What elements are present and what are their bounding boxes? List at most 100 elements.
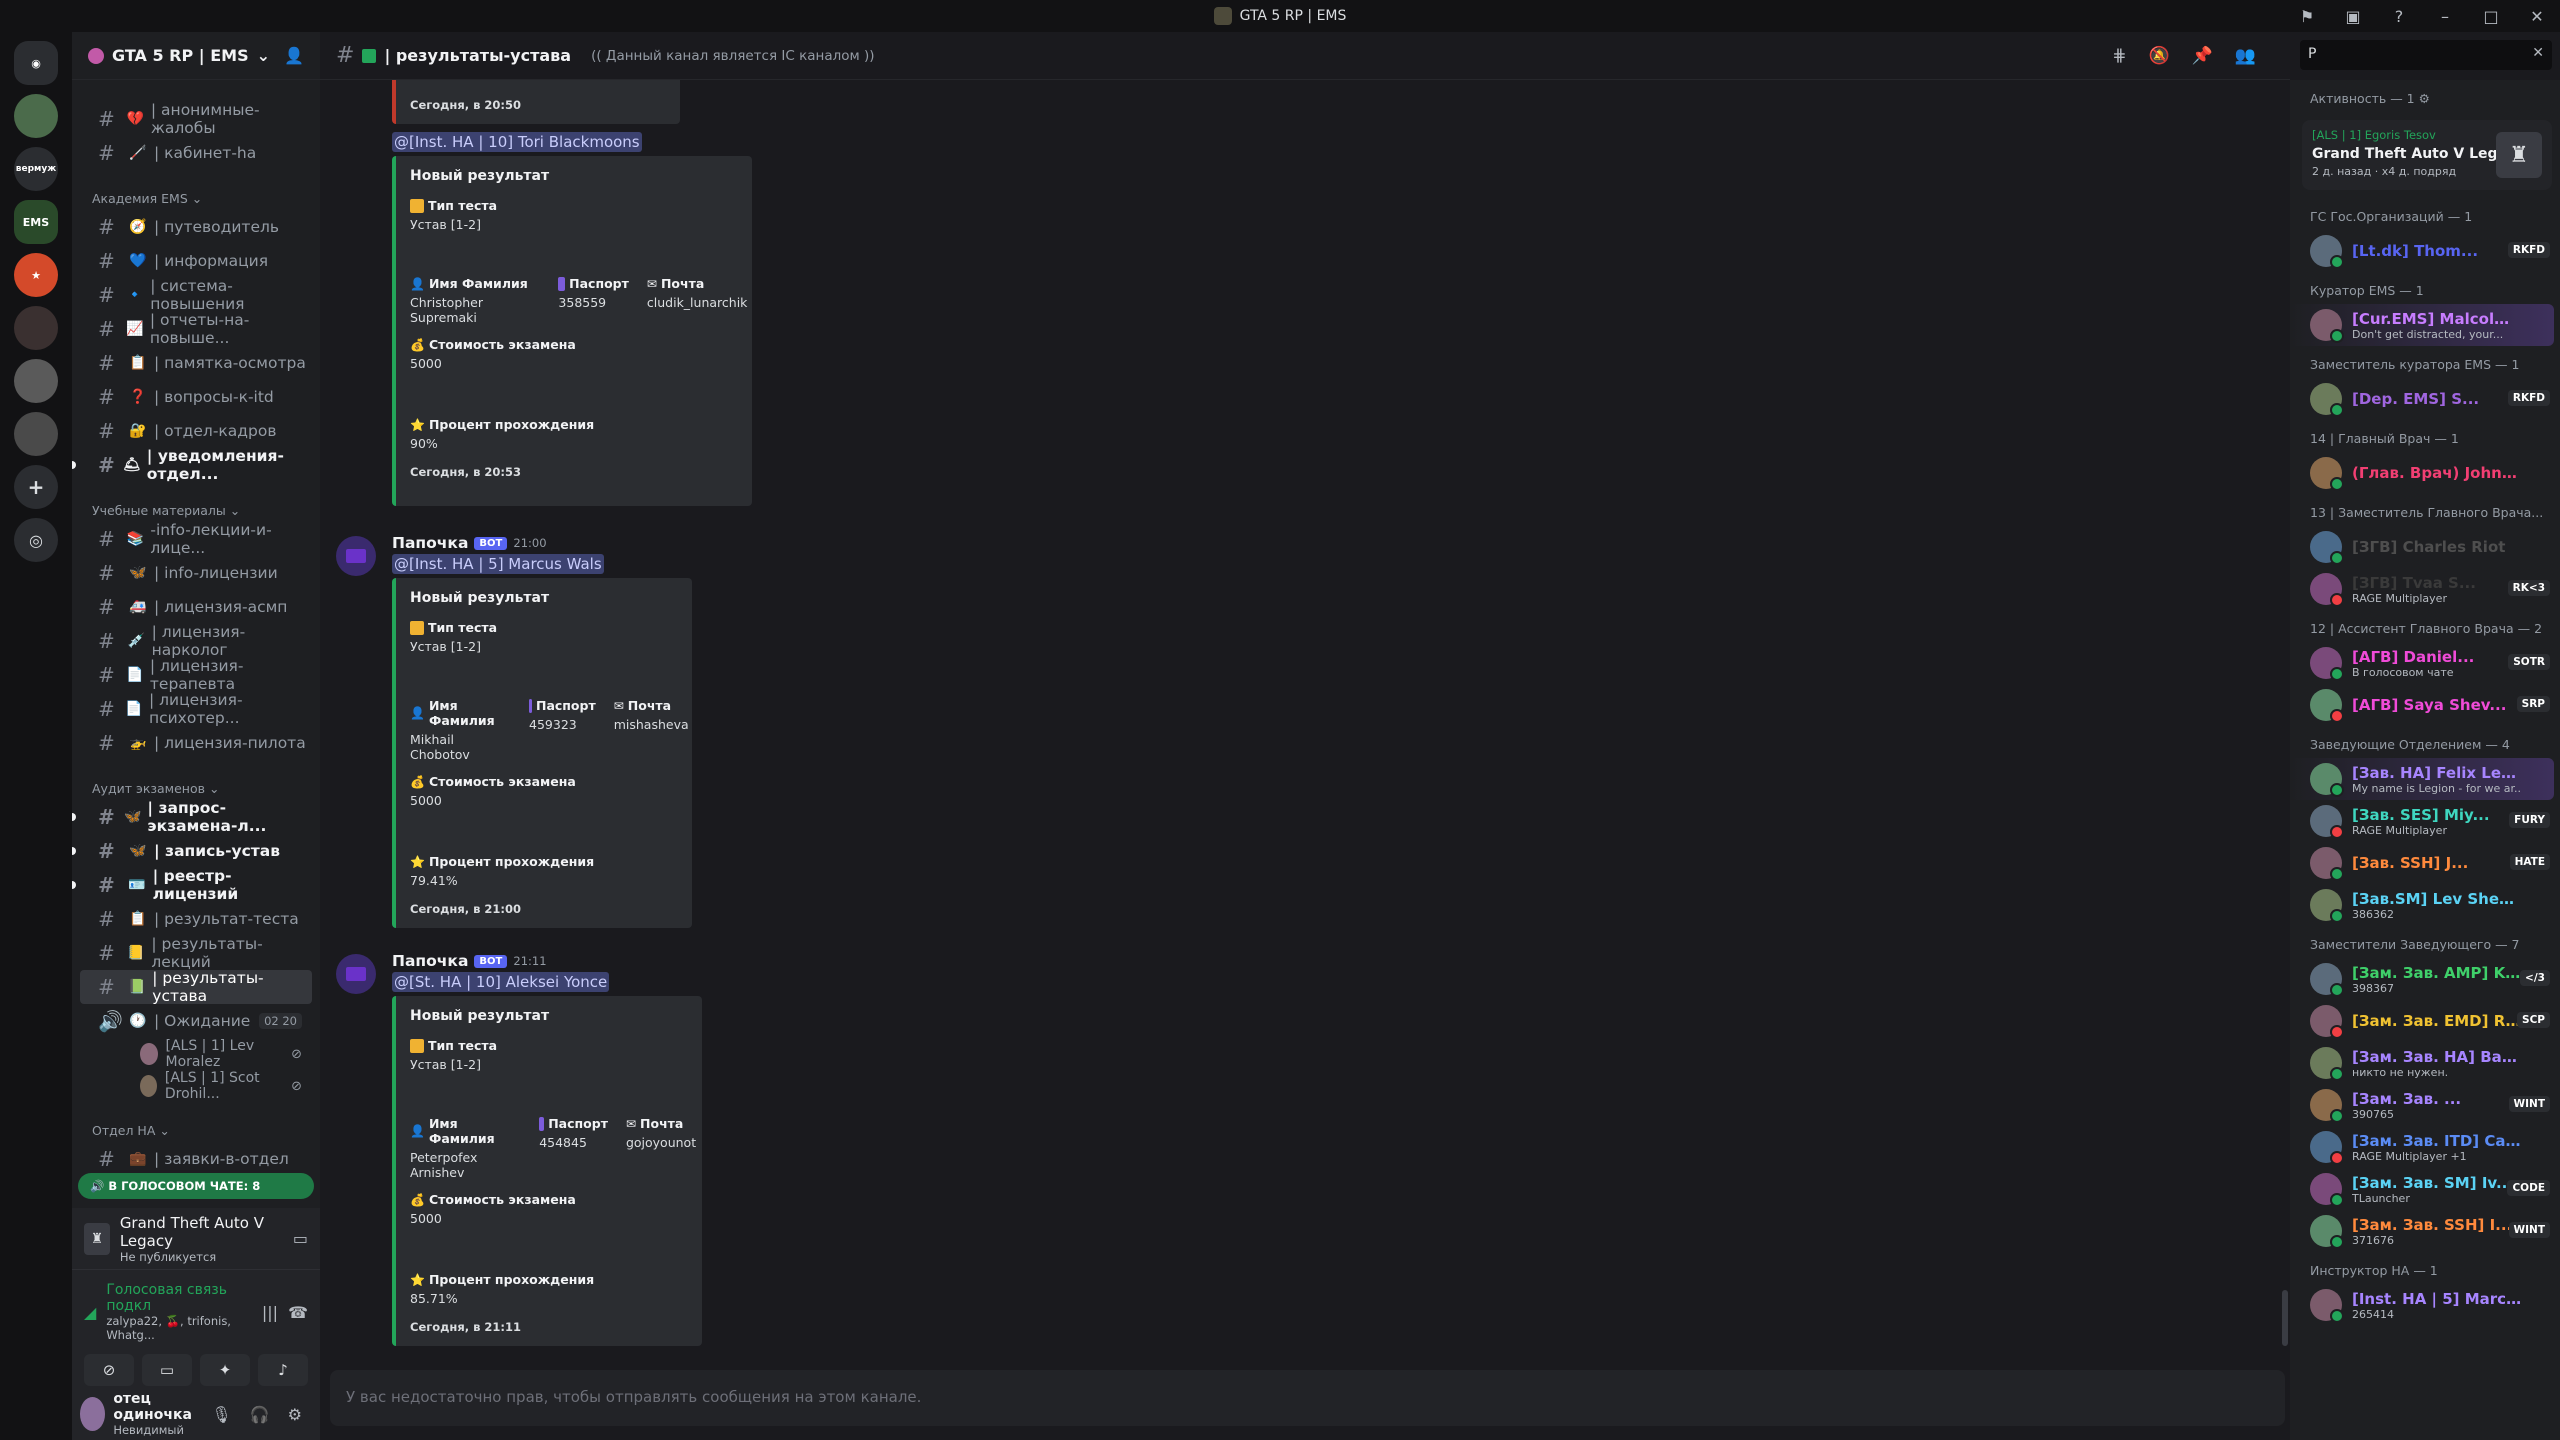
channel-item[interactable]: # 🧭 | путеводитель [80,210,312,244]
help-icon[interactable]: ? [2376,7,2422,26]
channel-item[interactable]: # 💔 | анонимные-жалобы [80,101,312,137]
channel-item[interactable]: # 💙 | информация [80,244,312,278]
guild-header[interactable]: GTA 5 RP | EMS ⌄ 👤 [72,32,320,80]
discord-home-icon[interactable]: ◉ [14,41,58,85]
microphone-icon[interactable]: 🎙 [211,1405,231,1424]
channel-item[interactable]: # 🦋 | запись-устав [72,834,312,868]
voice-channel-waiting[interactable]: 🔊 🕐 | Ожидание 02 20 [80,1004,312,1038]
member-item[interactable]: [Зам. Зав. ... 390765 WINT [2290,1084,2560,1126]
add-server-icon[interactable]: + [14,465,58,509]
member-item[interactable]: [Зам. Зав. AMP] K... 398367 </3 [2290,958,2560,1000]
member-item[interactable]: [ЗГВ] Charles Riot [2290,526,2560,568]
channel-item[interactable]: # 📋 | результат-теста [80,902,312,936]
channel-item[interactable]: # 📄 | лицензия-терапевта [80,657,312,693]
camera-off-button[interactable]: ⊘ [84,1354,134,1386]
scrollbar-thumb[interactable] [2282,1290,2288,1346]
channel-item[interactable]: # 💼 | заявки-в-отдел [80,1142,312,1176]
channel-item[interactable]: # 🚑 | лицензия-асмп [80,590,312,624]
message-author[interactable]: Папочка [392,952,468,970]
channel-item[interactable]: # 📗 | результаты-устава [80,969,312,1005]
member-item[interactable]: [Lt.dk] Thom... RKFD [2290,230,2560,272]
message-author[interactable]: Папочка [392,534,468,552]
server-icon-ems[interactable]: EMS [14,200,58,244]
channel-item[interactable] [80,88,312,102]
user-name[interactable]: отец одиночка [113,1391,203,1423]
channel-item[interactable]: # 🚁 | лицензия-пилота [80,726,312,760]
invite-icon[interactable]: 👤 [284,46,304,65]
notification-bell-icon[interactable]: 🔕 [2148,46,2169,66]
voice-user[interactable]: [ALS | 1] Lev Moralez ⊘ [72,1038,320,1070]
activities-button[interactable]: ✦ [200,1354,250,1386]
voice-user[interactable]: [ALS | 1] Scot Drohil... ⊘ [72,1070,320,1102]
channel-item[interactable]: # 📚 -info-лекции-и-лице... [80,521,312,557]
channel-item[interactable]: # 🦯 | кабинет-ha [80,136,312,170]
user-mention[interactable]: @[Inst. HA | 10] Tori Blackmoons [392,132,642,152]
discover-icon[interactable]: ◎ [14,518,58,562]
member-item[interactable]: [Зам. Зав. SM] Iv... TLauncher CODE [2290,1168,2560,1210]
member-item[interactable]: [Cur.EMS] Malcolm Hi...Don't get distrac… [2290,304,2554,346]
member-item[interactable]: [АГВ] Saya Shev... SRP [2290,684,2560,726]
server-icon[interactable] [14,412,58,456]
member-item[interactable]: [АГВ] Daniel... В голосовом чате SOTR [2290,642,2560,684]
close-button[interactable]: ✕ [2514,7,2560,26]
flag-icon[interactable]: ⚑ [2284,7,2330,26]
member-item[interactable]: [Зам. Зав. EMD] R... SCP [2290,1000,2560,1042]
close-icon[interactable]: ✕ [2532,45,2544,61]
channel-item[interactable]: # 💉 | лицензия-нарколог [80,623,312,659]
channel-topic[interactable]: (( Данный канал является IC каналом )) [591,48,874,64]
user-mention[interactable]: @[Inst. HA | 5] Marcus Wals [392,554,604,574]
screen-share-button[interactable]: ▭ [142,1354,192,1386]
member-item[interactable]: [Зав. SES] Miy... RAGE Multiplayer FURY [2290,800,2560,842]
category-materials[interactable]: Учебные материалы ⌄ [72,494,320,522]
server-icon[interactable] [14,94,58,138]
channel-item[interactable]: # 📈 | отчеты-на-повыше... [80,311,312,347]
channel-item[interactable]: # 📋 | памятка-осмотра [80,346,312,380]
member-item[interactable]: [Зам. Зав. HA] Barbie Glo...никто не нуж… [2290,1042,2560,1084]
category-audit[interactable]: Аудит экзаменов ⌄ [72,772,320,800]
member-item[interactable]: [Dep. EMS] S... RKFD [2290,378,2560,420]
channel-item[interactable]: # 🪪 | реестр-лицензий [72,867,312,903]
member-item[interactable]: [Зав. SSH] J... HATE [2290,842,2560,884]
channel-item[interactable]: # 📄 | лицензия-психотер... [80,691,312,727]
member-item[interactable]: [Inst. HA | 5] Marcus Wa...265414 [2290,1284,2560,1326]
channel-item[interactable]: # ❓ | вопросы-к-itd [80,380,312,414]
headphones-icon[interactable]: 🎧 [250,1405,270,1424]
bot-avatar[interactable] [336,536,376,576]
inbox-icon[interactable]: ▣ [2330,7,2376,26]
member-list-icon[interactable]: 👥 [2235,46,2256,66]
category-academy[interactable]: Академия EMS ⌄ [72,182,320,210]
server-icon[interactable] [14,306,58,350]
activity-card[interactable]: [ALS | 1] Egoris Tesov Grand Theft Auto … [2302,120,2552,190]
bot-avatar[interactable] [336,954,376,994]
member-item[interactable]: (Глав. Врач) Johny J... [2290,452,2560,494]
channel-item[interactable]: # 🔹 | система-повышения [80,277,312,313]
channel-item[interactable]: # 🛎 | уведомления-отдел... [72,447,312,483]
soundboard-button[interactable]: ♪ [258,1354,308,1386]
member-item[interactable]: [Зав.SM] Lev Shevez 386362 [2290,884,2560,926]
member-item[interactable]: [Зам. Зав. SSH] I... 371676 WINT [2290,1210,2560,1252]
server-icon[interactable] [14,359,58,403]
avatar[interactable] [80,1397,106,1431]
search-input[interactable]: Р ✕ [2300,40,2552,70]
member-item[interactable]: [Зам. Зав. ITD] Castiel Sk...RAGE Multip… [2290,1126,2560,1168]
maximize-button[interactable]: □ [2468,7,2514,26]
category-ha[interactable]: Отдел HA ⌄ [72,1114,320,1142]
stream-icon[interactable]: ▭ [293,1229,308,1248]
channel-item[interactable]: # 🦋 | info-лицензии [80,556,312,590]
game-activity[interactable]: ♜ Grand Theft Auto V Legacy Не публикуетс… [72,1208,320,1270]
server-icon[interactable]: ★ [14,253,58,297]
user-mention[interactable]: @[St. HA | 10] Aleksei Yonce [392,972,610,992]
settings-gear-icon[interactable]: ⚙ [288,1405,302,1424]
disconnect-icon[interactable]: ☎ [288,1303,308,1322]
member-item[interactable]: [ЗГВ] Tvaa S... RAGE Multiplayer RK<3 [2290,568,2560,610]
threads-icon[interactable]: ⋕ [2112,46,2126,66]
noise-icon[interactable]: ||| [262,1303,278,1322]
channel-item[interactable]: # 🦋 | запрос-экзамена-л... [72,799,312,835]
server-icon[interactable]: вермуж [14,147,58,191]
minimize-button[interactable]: – [2422,7,2468,26]
channel-item[interactable]: # 🔐 | отдел-кадров [80,414,312,448]
voice-chat-badge[interactable]: 🔊 В ГОЛОСОВОМ ЧАТЕ: 8 [78,1173,314,1199]
member-item[interactable]: [Зав. HA] Felix Legion My name is Legion … [2290,758,2554,800]
pin-icon[interactable]: 📌 [2192,46,2213,66]
channel-item[interactable]: # 📒 | результаты-лекций [80,935,312,971]
